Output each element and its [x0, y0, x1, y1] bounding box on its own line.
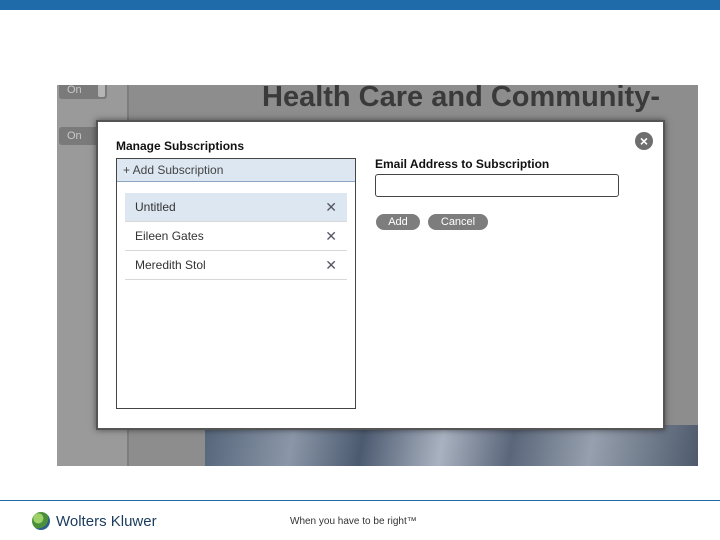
- remove-icon[interactable]: ✕: [325, 251, 337, 279]
- toggle-switch-1[interactable]: On: [59, 85, 107, 99]
- close-icon[interactable]: ×: [635, 132, 653, 150]
- list-item[interactable]: Meredith Stol ✕: [125, 251, 347, 280]
- add-subscription-button[interactable]: + Add Subscription: [117, 159, 355, 182]
- remove-icon[interactable]: ✕: [325, 193, 337, 221]
- subscription-list: Untitled ✕ Eileen Gates ✕ Meredith Stol …: [125, 193, 347, 280]
- subscription-panel: + Add Subscription Untitled ✕ Eileen Gat…: [116, 158, 356, 409]
- toggle-label: On: [67, 85, 82, 96]
- list-item[interactable]: Eileen Gates ✕: [125, 222, 347, 251]
- top-accent-bar: [0, 0, 720, 10]
- hero-photo: [205, 425, 698, 466]
- footer-divider: [0, 500, 720, 501]
- manage-subscriptions-dialog: Manage Subscriptions × + Add Subscriptio…: [96, 120, 665, 430]
- toggle-label: On: [67, 130, 82, 142]
- toggle-knob: [98, 85, 105, 97]
- page-heading: Health Care and Community-: [262, 85, 660, 113]
- subscription-name: Untitled: [135, 200, 176, 214]
- subscription-name: Meredith Stol: [135, 258, 206, 272]
- wolters-kluwer-logo-icon: [32, 512, 50, 530]
- add-button[interactable]: Add: [376, 214, 420, 230]
- email-field[interactable]: [375, 174, 619, 197]
- tagline: When you have to be right™: [290, 516, 417, 527]
- brand-name: Wolters Kluwer: [56, 513, 157, 530]
- dialog-title: Manage Subscriptions: [116, 139, 245, 153]
- list-item[interactable]: Untitled ✕: [125, 193, 347, 222]
- remove-icon[interactable]: ✕: [325, 222, 337, 250]
- subscription-name: Eileen Gates: [135, 229, 204, 243]
- email-field-label: Email Address to Subscription: [375, 157, 550, 171]
- cancel-button[interactable]: Cancel: [428, 214, 488, 230]
